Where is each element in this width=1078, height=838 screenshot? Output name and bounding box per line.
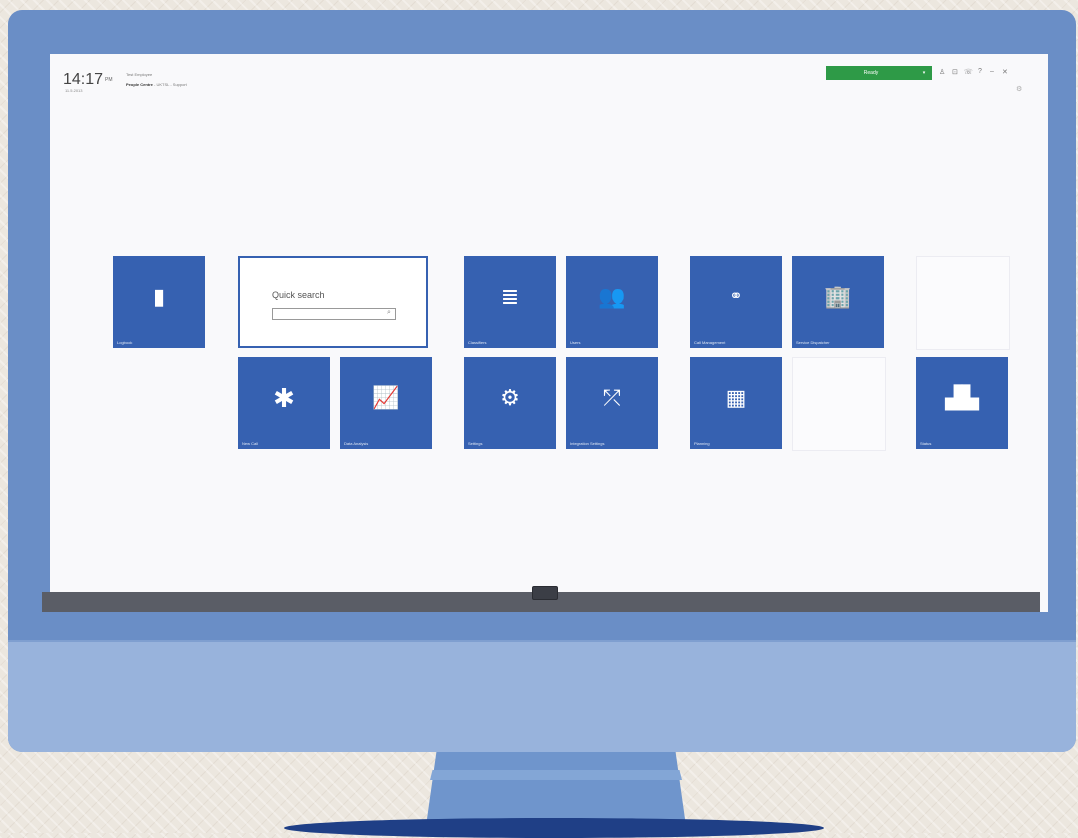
date: 11.5.2013 <box>65 88 83 93</box>
taskbar <box>42 586 1040 612</box>
tile-label: Users <box>570 340 581 345</box>
empty-tile <box>792 357 886 451</box>
lock-icon[interactable]: ⊡ <box>952 68 958 76</box>
asterisk-icon: ✱ <box>273 383 295 413</box>
phone-icon[interactable]: ☏ <box>964 68 973 76</box>
tile-users[interactable]: 👥 Users <box>566 256 658 348</box>
tile-label: Classifiers <box>468 340 487 345</box>
tile-label: Call Management <box>694 340 726 345</box>
clock-ampm: PM <box>105 76 113 83</box>
monitor-stand-neck <box>426 752 686 826</box>
tile-logbook[interactable]: ▮ Logbook <box>113 256 205 348</box>
tile-label: Planning <box>694 441 710 446</box>
tile-status[interactable]: ▟▙ Status <box>916 357 1008 449</box>
tile-label: Service Dispatcher <box>796 340 830 345</box>
tile-label: Status <box>920 441 932 446</box>
app-screen: 14:17 PM 11.5.2013 Test Employee People C… <box>50 54 1048 612</box>
status-icon: ▟▙ <box>945 385 979 410</box>
breadcrumb[interactable]: People Centre - UKTSL - Support <box>126 82 187 87</box>
status-button[interactable]: Ready <box>826 66 916 80</box>
tile-classifiers[interactable]: ≣ Classifiers <box>464 256 556 348</box>
breadcrumb-root: People Centre <box>126 82 153 87</box>
chart-icon: 📈 <box>372 385 400 410</box>
list-icon: ≣ <box>500 284 520 309</box>
tile-label: New Call <box>242 441 259 446</box>
quick-search-title: Quick search <box>272 290 325 300</box>
settings-small-icon[interactable]: ⚙ <box>1016 85 1022 93</box>
monitor-chin <box>8 642 1076 752</box>
tile-integration-settings[interactable]: ⤱ Integration Settings <box>566 357 658 449</box>
tile-label: Integration Settings <box>570 441 605 446</box>
quick-search-input[interactable] <box>272 308 396 320</box>
tile-label: Data Analysis <box>344 441 369 446</box>
status-dropdown-icon[interactable]: ▾ <box>916 66 932 80</box>
gear-icon: ⚙ <box>500 385 520 410</box>
tile-call-management[interactable]: ⚭ Call Management <box>690 256 782 348</box>
clock-time: 14:17 <box>63 71 104 88</box>
minimize-icon[interactable]: – <box>990 68 994 75</box>
tile-label: Settings <box>468 441 483 446</box>
tile-planning[interactable]: ▦ Planning <box>690 357 782 449</box>
keyboard-icon[interactable] <box>532 586 558 600</box>
help-icon[interactable]: ? <box>978 68 982 75</box>
monitor-stand-band <box>430 770 682 780</box>
monitor-stand-base <box>284 818 824 838</box>
building-icon: 🏢 <box>824 284 852 309</box>
tile-service-dispatcher[interactable]: 🏢 Service Dispatcher <box>792 256 884 348</box>
tile-label: Logbook <box>117 340 133 345</box>
tile-new-call[interactable]: ✱ New Call <box>238 357 330 449</box>
user-name[interactable]: Test Employee <box>126 72 152 77</box>
search-icon[interactable]: ⌕ <box>387 309 391 317</box>
calendar-icon: ▦ <box>725 385 747 410</box>
empty-tile <box>916 256 1010 350</box>
breadcrumb-path: - UKTSL - Support <box>154 82 187 87</box>
user-icon[interactable]: ♙ <box>939 68 945 76</box>
clock: 14:17 PM <box>63 71 113 89</box>
flow-icon: ⚭ <box>729 288 743 305</box>
tile-settings[interactable]: ⚙ Settings <box>464 357 556 449</box>
close-icon[interactable]: ✕ <box>1002 68 1008 76</box>
quick-search-tile: Quick search ⌕ <box>238 256 428 348</box>
integration-icon: ⤱ <box>603 385 621 410</box>
users-icon: 👥 <box>598 284 626 309</box>
monitor-frame: 14:17 PM 11.5.2013 Test Employee People C… <box>8 10 1076 752</box>
book-icon: ▮ <box>152 284 166 309</box>
tile-data-analysis[interactable]: 📈 Data Analysis <box>340 357 432 449</box>
